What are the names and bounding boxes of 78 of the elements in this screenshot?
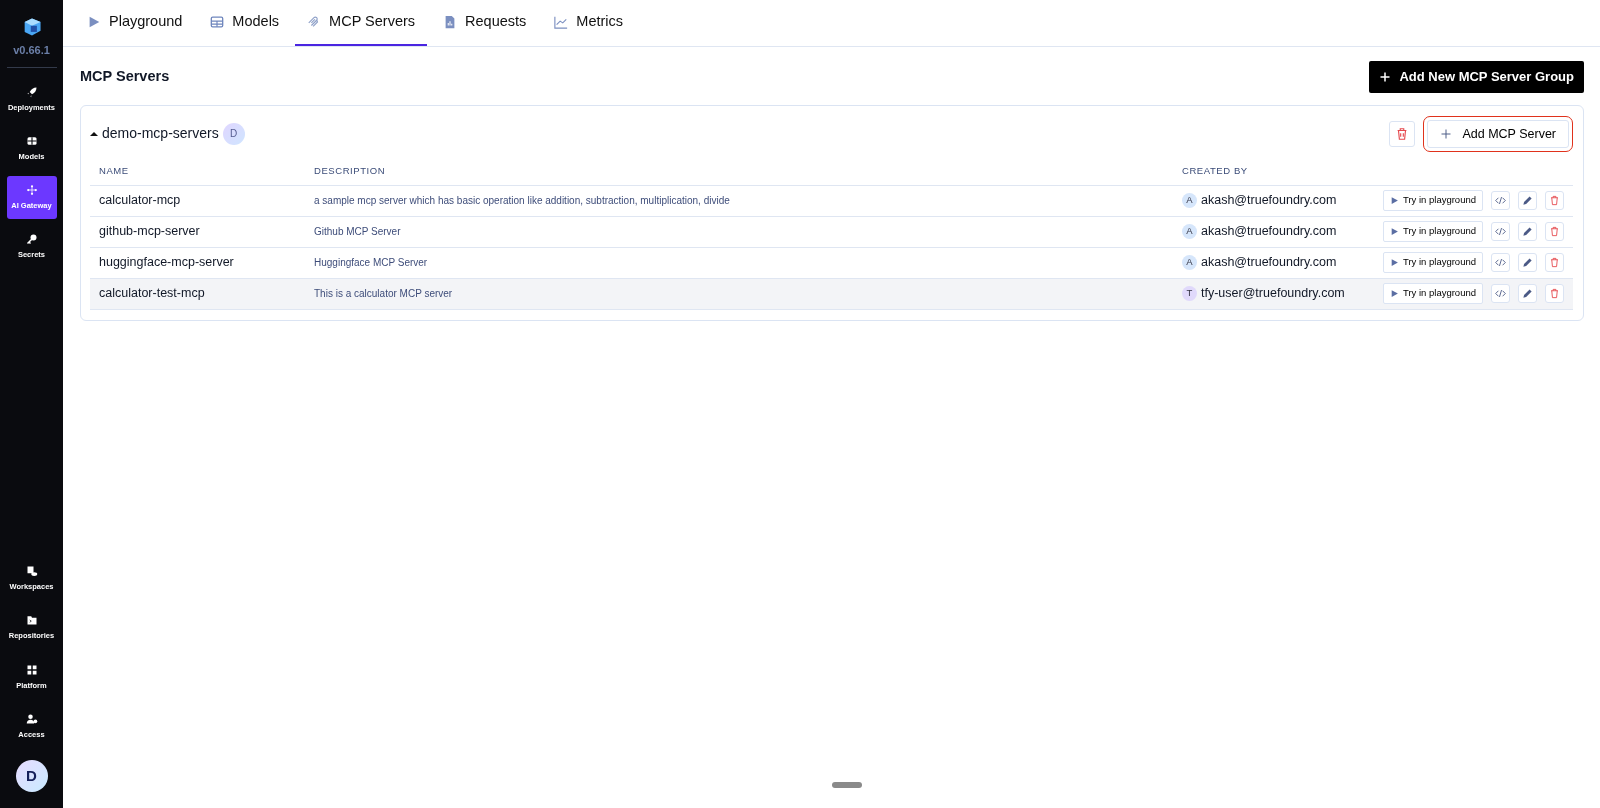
server-description: Github MCP Server [314, 225, 401, 239]
blocks-icon [25, 663, 38, 676]
user-avatar: D [15, 760, 48, 792]
nav-tab[interactable]: Requests [431, 0, 539, 46]
play-icon [1389, 196, 1399, 205]
play-icon [1389, 227, 1399, 236]
column-header: CREATED BY [1173, 158, 1354, 186]
trash-icon [1549, 195, 1560, 206]
trash-icon [1549, 257, 1560, 268]
add-group-button[interactable]: Add New MCP Server Group [1369, 61, 1584, 93]
server-description: Huggingface MCP Server [314, 256, 428, 270]
collapse-caret-icon[interactable] [90, 130, 98, 137]
nav-tab[interactable]: MCP Servers [295, 0, 428, 46]
pencil-icon [1522, 257, 1533, 268]
try-in-playground-button[interactable]: Try in playground [1382, 283, 1483, 304]
edit-button[interactable] [1518, 222, 1537, 241]
trash-icon [1549, 288, 1560, 299]
user-avatar: A [1182, 255, 1197, 270]
plus-icon [1379, 70, 1392, 83]
edit-button[interactable] [1518, 253, 1537, 272]
grid-icon [25, 134, 38, 147]
edit-button[interactable] [1518, 284, 1537, 303]
version-label: v0.66.1 [13, 43, 50, 58]
nav-tab[interactable]: Playground [75, 0, 195, 46]
page-title: MCP Servers [80, 68, 170, 86]
creator-email: akash@truefoundry.com [1201, 192, 1337, 210]
play-icon [87, 15, 101, 29]
column-header: NAME [90, 158, 305, 186]
drag-handle[interactable] [831, 782, 862, 788]
trash-icon [1549, 226, 1560, 237]
creator-email: akash@truefoundry.com [1201, 254, 1337, 272]
try-in-playground-button[interactable]: Try in playground [1382, 252, 1483, 273]
delete-button[interactable] [1545, 284, 1564, 303]
server-description: This is a calculator MCP server [314, 287, 453, 301]
code-icon [1495, 195, 1506, 206]
code-button[interactable] [1491, 222, 1510, 241]
line-chart-icon [554, 15, 569, 29]
folder-icon [25, 614, 38, 627]
key-icon [25, 233, 38, 246]
edit-button[interactable] [1518, 191, 1537, 210]
server-name: calculator-mcp [99, 192, 181, 210]
nav-tab[interactable]: Models [198, 0, 292, 46]
server-name: github-mcp-server [99, 223, 200, 241]
pencil-icon [1522, 288, 1533, 299]
plus-icon [1440, 127, 1453, 140]
play-icon [1389, 258, 1399, 267]
creator-email: akash@truefoundry.com [1201, 223, 1337, 241]
play-icon [1389, 289, 1399, 298]
delete-button[interactable] [1545, 191, 1564, 210]
add-server-button[interactable]: Add MCP Server [1427, 119, 1569, 149]
delete-button[interactable] [1389, 120, 1416, 147]
group-avatar: D [222, 122, 245, 145]
code-button[interactable] [1491, 284, 1510, 303]
user-icon [25, 712, 38, 725]
table-icon [210, 15, 225, 29]
try-in-playground-button[interactable]: Try in playground [1382, 190, 1483, 211]
nav-tab[interactable]: Metrics [542, 0, 636, 46]
code-icon [1495, 226, 1506, 237]
group-name: demo-mcp-servers [102, 124, 219, 144]
user-avatar: A [1182, 193, 1197, 208]
delete-button[interactable] [1545, 222, 1564, 241]
workspace-icon [25, 565, 38, 577]
code-button[interactable] [1491, 253, 1510, 272]
server-description: a sample mcp server which has basic operation like addition, subtraction, multiplication, divide [314, 194, 730, 208]
creator-email: tfy-user@truefoundry.com [1201, 285, 1345, 303]
server-name: calculator-test-mcp [99, 285, 205, 303]
code-icon [1495, 288, 1506, 299]
server-name: huggingface-mcp-server [99, 254, 234, 272]
pencil-icon [1522, 195, 1533, 206]
delete-button[interactable] [1545, 253, 1564, 272]
user-avatar: A [1182, 224, 1197, 239]
pencil-icon [1522, 226, 1533, 237]
code-icon [1495, 257, 1506, 268]
code-button[interactable] [1491, 191, 1510, 210]
network-icon [25, 184, 38, 196]
user-avatar: T [1182, 286, 1197, 301]
try-in-playground-button[interactable]: Try in playground [1382, 221, 1483, 242]
column-header: DESCRIPTION [305, 158, 1173, 186]
